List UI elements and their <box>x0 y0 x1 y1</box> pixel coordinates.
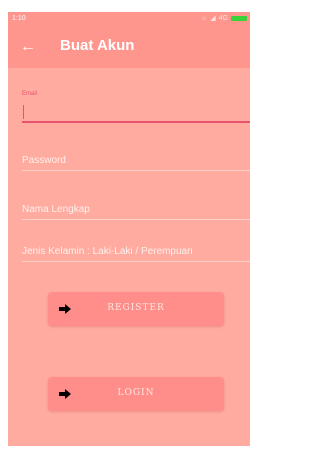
text-caret <box>23 105 24 119</box>
password-field[interactable]: Password <box>22 153 250 171</box>
gender-placeholder: Jenis Kelamin : Laki-Laki / Perempuan <box>22 246 193 257</box>
page-title: Buat Akun <box>60 37 135 54</box>
password-placeholder: Password <box>22 155 66 166</box>
full-name-underline <box>22 219 250 220</box>
login-button-label: LOGIN <box>117 388 155 398</box>
status-bar: 1:10 ☼ ◢ 4G <box>8 12 250 26</box>
gender-underline <box>22 261 250 262</box>
email-label: Email <box>22 91 38 97</box>
app-screen: 1:10 ☼ ◢ 4G ← Buat Akun Email Password N… <box>8 12 250 446</box>
signal-icon: ◢ <box>210 15 216 22</box>
network-type: 4G <box>218 14 228 22</box>
arrow-left-icon[interactable]: ← <box>20 38 38 56</box>
email-underline <box>22 121 250 123</box>
register-button-label: REGISTER <box>107 303 165 313</box>
gender-field[interactable]: Jenis Kelamin : Laki-Laki / Perempuan <box>22 244 250 262</box>
status-icons: ☼ ◢ 4G <box>201 14 247 22</box>
full-name-field[interactable]: Nama Lengkap <box>22 202 250 220</box>
battery-icon <box>231 15 247 21</box>
headphones-icon: ☼ <box>200 14 208 22</box>
email-field[interactable]: Email <box>22 89 250 123</box>
app-bar: ← Buat Akun <box>8 26 250 68</box>
register-button[interactable]: REGISTER <box>48 292 224 326</box>
full-name-placeholder: Nama Lengkap <box>22 204 90 215</box>
password-underline <box>22 170 250 171</box>
login-button[interactable]: LOGIN <box>48 377 224 411</box>
status-time: 1:10 <box>12 15 26 22</box>
